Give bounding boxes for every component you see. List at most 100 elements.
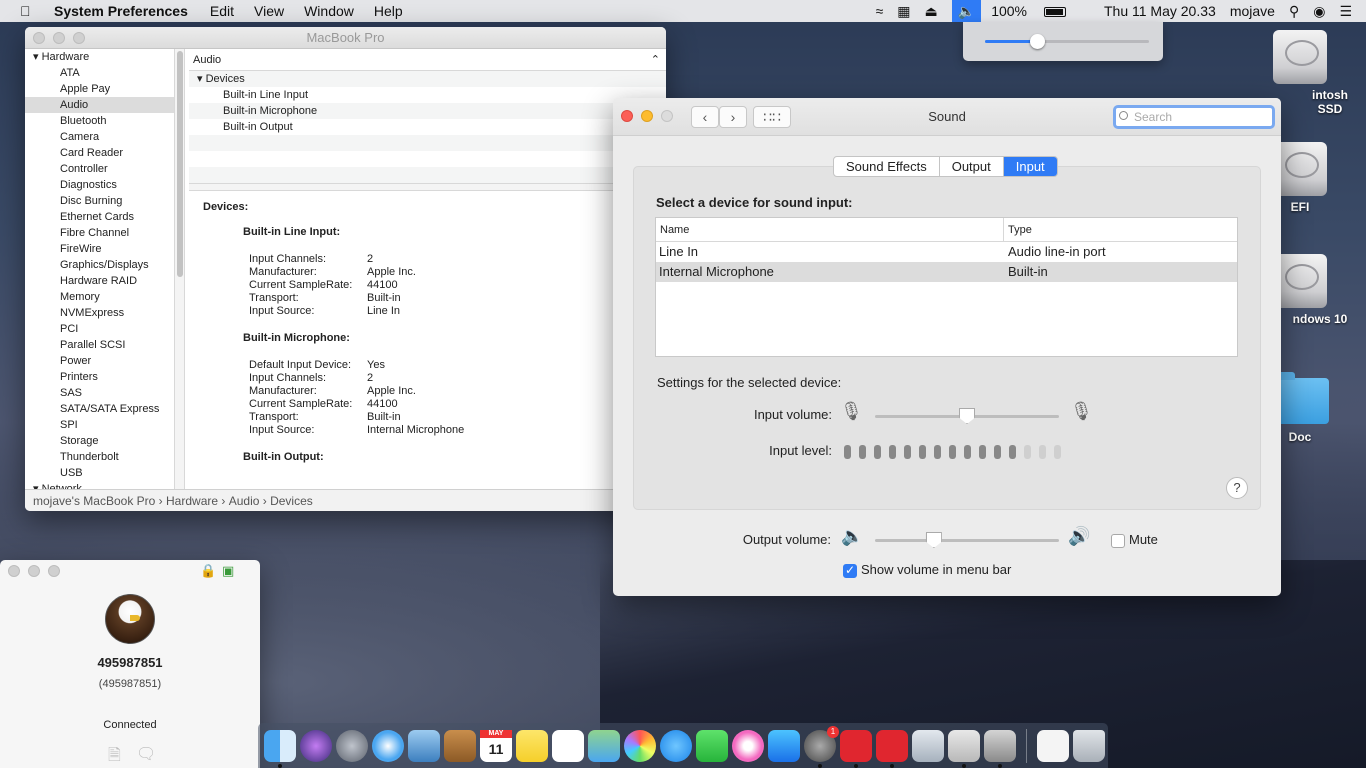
trash-icon[interactable] xyxy=(1073,729,1105,762)
table-row[interactable]: Line In Audio line-in port xyxy=(656,242,1237,262)
sidebar-item-ethernet-cards[interactable]: Ethernet Cards xyxy=(25,209,174,225)
messages-icon[interactable] xyxy=(660,729,692,762)
activity-monitor-icon[interactable]: ▦ xyxy=(897,3,910,20)
sidebar-item-power[interactable]: Power xyxy=(25,353,174,369)
reminders-icon[interactable] xyxy=(552,729,584,762)
path-item[interactable]: mojave's MacBook Pro xyxy=(33,494,155,508)
input-volume-thumb[interactable] xyxy=(959,408,975,424)
sidebar-item-hardware-raid[interactable]: Hardware RAID xyxy=(25,273,174,289)
menu-edit[interactable]: Edit xyxy=(210,3,234,19)
sidebar-item-card-reader[interactable]: Card Reader xyxy=(25,145,174,161)
close-button[interactable] xyxy=(8,565,20,577)
sidebar-item-disc-burning[interactable]: Disc Burning xyxy=(25,193,174,209)
tree-row[interactable]: Built-in Line Input xyxy=(189,87,666,103)
menu-help[interactable]: Help xyxy=(374,3,403,19)
sidebar-group-network[interactable]: ▾ Network xyxy=(25,481,174,489)
show-volume-checkbox-box[interactable] xyxy=(843,563,857,578)
tree-row[interactable]: Built-in Microphone xyxy=(189,103,666,119)
sidebar-item-camera[interactable]: Camera xyxy=(25,129,174,145)
sidebar-item-parallel-scsi[interactable]: Parallel SCSI xyxy=(25,337,174,353)
notification-center-icon[interactable]: ☰ xyxy=(1339,3,1352,20)
show-volume-checkbox[interactable]: Show volume in menu bar xyxy=(843,562,1011,578)
sidebar-item-pci[interactable]: PCI xyxy=(25,321,174,337)
document-icon[interactable] xyxy=(1037,729,1069,762)
sidebar-item-thunderbolt[interactable]: Thunderbolt xyxy=(25,449,174,465)
sidebar-item-spi[interactable]: SPI xyxy=(25,417,174,433)
close-button[interactable] xyxy=(33,32,45,44)
siri-icon[interactable]: ◉ xyxy=(1313,3,1325,20)
system-information-icon[interactable] xyxy=(984,729,1016,768)
facetime-icon[interactable] xyxy=(696,729,728,762)
forward-button[interactable]: › xyxy=(719,106,747,128)
minimize-button[interactable] xyxy=(641,110,653,122)
column-name-header[interactable]: Name xyxy=(656,218,1004,241)
path-item[interactable]: Devices xyxy=(270,494,313,508)
sidebar-group-hardware[interactable]: ▾ Hardware xyxy=(25,49,174,65)
volume-menu-icon[interactable]: 🔈 xyxy=(951,0,982,22)
itunes-icon[interactable] xyxy=(732,729,764,762)
zoom-button[interactable] xyxy=(661,110,673,122)
chat-bubble-icon[interactable]: 🗨 xyxy=(136,744,156,764)
sidebar-item-sas[interactable]: SAS xyxy=(25,385,174,401)
tree-row[interactable]: Built-in Output xyxy=(189,119,666,135)
sidebar-item-audio[interactable]: Audio xyxy=(25,97,174,113)
screen-share-icon[interactable]: ▣ xyxy=(222,563,234,579)
menu-view[interactable]: View xyxy=(254,3,284,19)
output-volume-slider[interactable] xyxy=(875,532,1059,548)
sidebar-item-graphics-displays[interactable]: Graphics/Displays xyxy=(25,257,174,273)
table-row[interactable]: Internal Microphone Built-in xyxy=(656,262,1237,282)
menu-window[interactable]: Window xyxy=(304,3,354,19)
input-volume-slider[interactable] xyxy=(875,408,1059,424)
sidebar-item-usb[interactable]: USB xyxy=(25,465,174,481)
path-item[interactable]: Audio xyxy=(229,494,260,508)
file-transfer-icon[interactable]: 🗎 xyxy=(108,744,121,768)
sidebar-item-nvmexpress[interactable]: NVMExpress xyxy=(25,305,174,321)
minimize-button[interactable] xyxy=(28,565,40,577)
mail-icon[interactable] xyxy=(408,729,440,762)
sidebar-item-bluetooth[interactable]: Bluetooth xyxy=(25,113,174,129)
spotlight-icon[interactable]: ⚲ xyxy=(1289,3,1299,20)
tab-sound-effects[interactable]: Sound Effects xyxy=(834,157,940,176)
close-button[interactable] xyxy=(621,110,633,122)
safari-icon[interactable] xyxy=(372,729,404,762)
photos-icon[interactable] xyxy=(624,729,656,762)
menu-clock[interactable]: Thu 11 May 20.33 xyxy=(1104,3,1216,19)
help-button[interactable]: ? xyxy=(1226,477,1248,499)
volume-popup-slider[interactable] xyxy=(985,34,1149,49)
tab-input[interactable]: Input xyxy=(1003,157,1057,176)
eject-icon[interactable]: ⏏ xyxy=(925,3,938,20)
sidebar-item-printers[interactable]: Printers xyxy=(25,369,174,385)
show-all-grid-icon[interactable]: ∷∷ xyxy=(753,106,791,128)
menu-app-name[interactable]: System Preferences xyxy=(54,3,188,19)
search-input[interactable]: Search xyxy=(1113,105,1275,129)
siri-icon[interactable] xyxy=(300,729,332,762)
maps-icon[interactable] xyxy=(588,729,620,762)
mute-checkbox-box[interactable] xyxy=(1111,533,1125,548)
minimize-button[interactable] xyxy=(53,32,65,44)
volume-popup-knob[interactable] xyxy=(1030,34,1046,49)
system-preferences-icon[interactable]: 1 xyxy=(804,725,839,768)
wifi-icon[interactable]: ≈ xyxy=(876,3,884,19)
column-header[interactable]: Audio ⌃ xyxy=(189,49,666,71)
finder-icon[interactable] xyxy=(264,729,296,768)
calendar-icon[interactable]: MAY 11 xyxy=(480,729,512,762)
sidebar-item-firewire[interactable]: FireWire xyxy=(25,241,174,257)
path-item[interactable]: Hardware xyxy=(166,494,218,508)
menu-user[interactable]: mojave xyxy=(1230,3,1275,19)
output-volume-thumb[interactable] xyxy=(925,532,942,548)
anydesk-alt-icon[interactable] xyxy=(876,729,908,768)
script-editor-icon[interactable] xyxy=(948,729,980,768)
launchpad-icon[interactable] xyxy=(336,729,368,762)
apple-menu-icon[interactable]:  xyxy=(20,3,40,19)
column-type-header[interactable]: Type xyxy=(1004,218,1032,241)
anydesk-icon[interactable] xyxy=(840,729,872,768)
sidebar-item-apple-pay[interactable]: Apple Pay xyxy=(25,81,174,97)
split-divider[interactable] xyxy=(189,183,666,191)
sidebar-item-controller[interactable]: Controller xyxy=(25,161,174,177)
preview-icon[interactable] xyxy=(912,729,944,762)
zoom-button[interactable] xyxy=(73,32,85,44)
contacts-icon[interactable] xyxy=(444,729,476,762)
sidebar-item-ata[interactable]: ATA xyxy=(25,65,174,81)
sidebar-item-sata-sata-express[interactable]: SATA/SATA Express xyxy=(25,401,174,417)
sidebar-item-diagnostics[interactable]: Diagnostics xyxy=(25,177,174,193)
